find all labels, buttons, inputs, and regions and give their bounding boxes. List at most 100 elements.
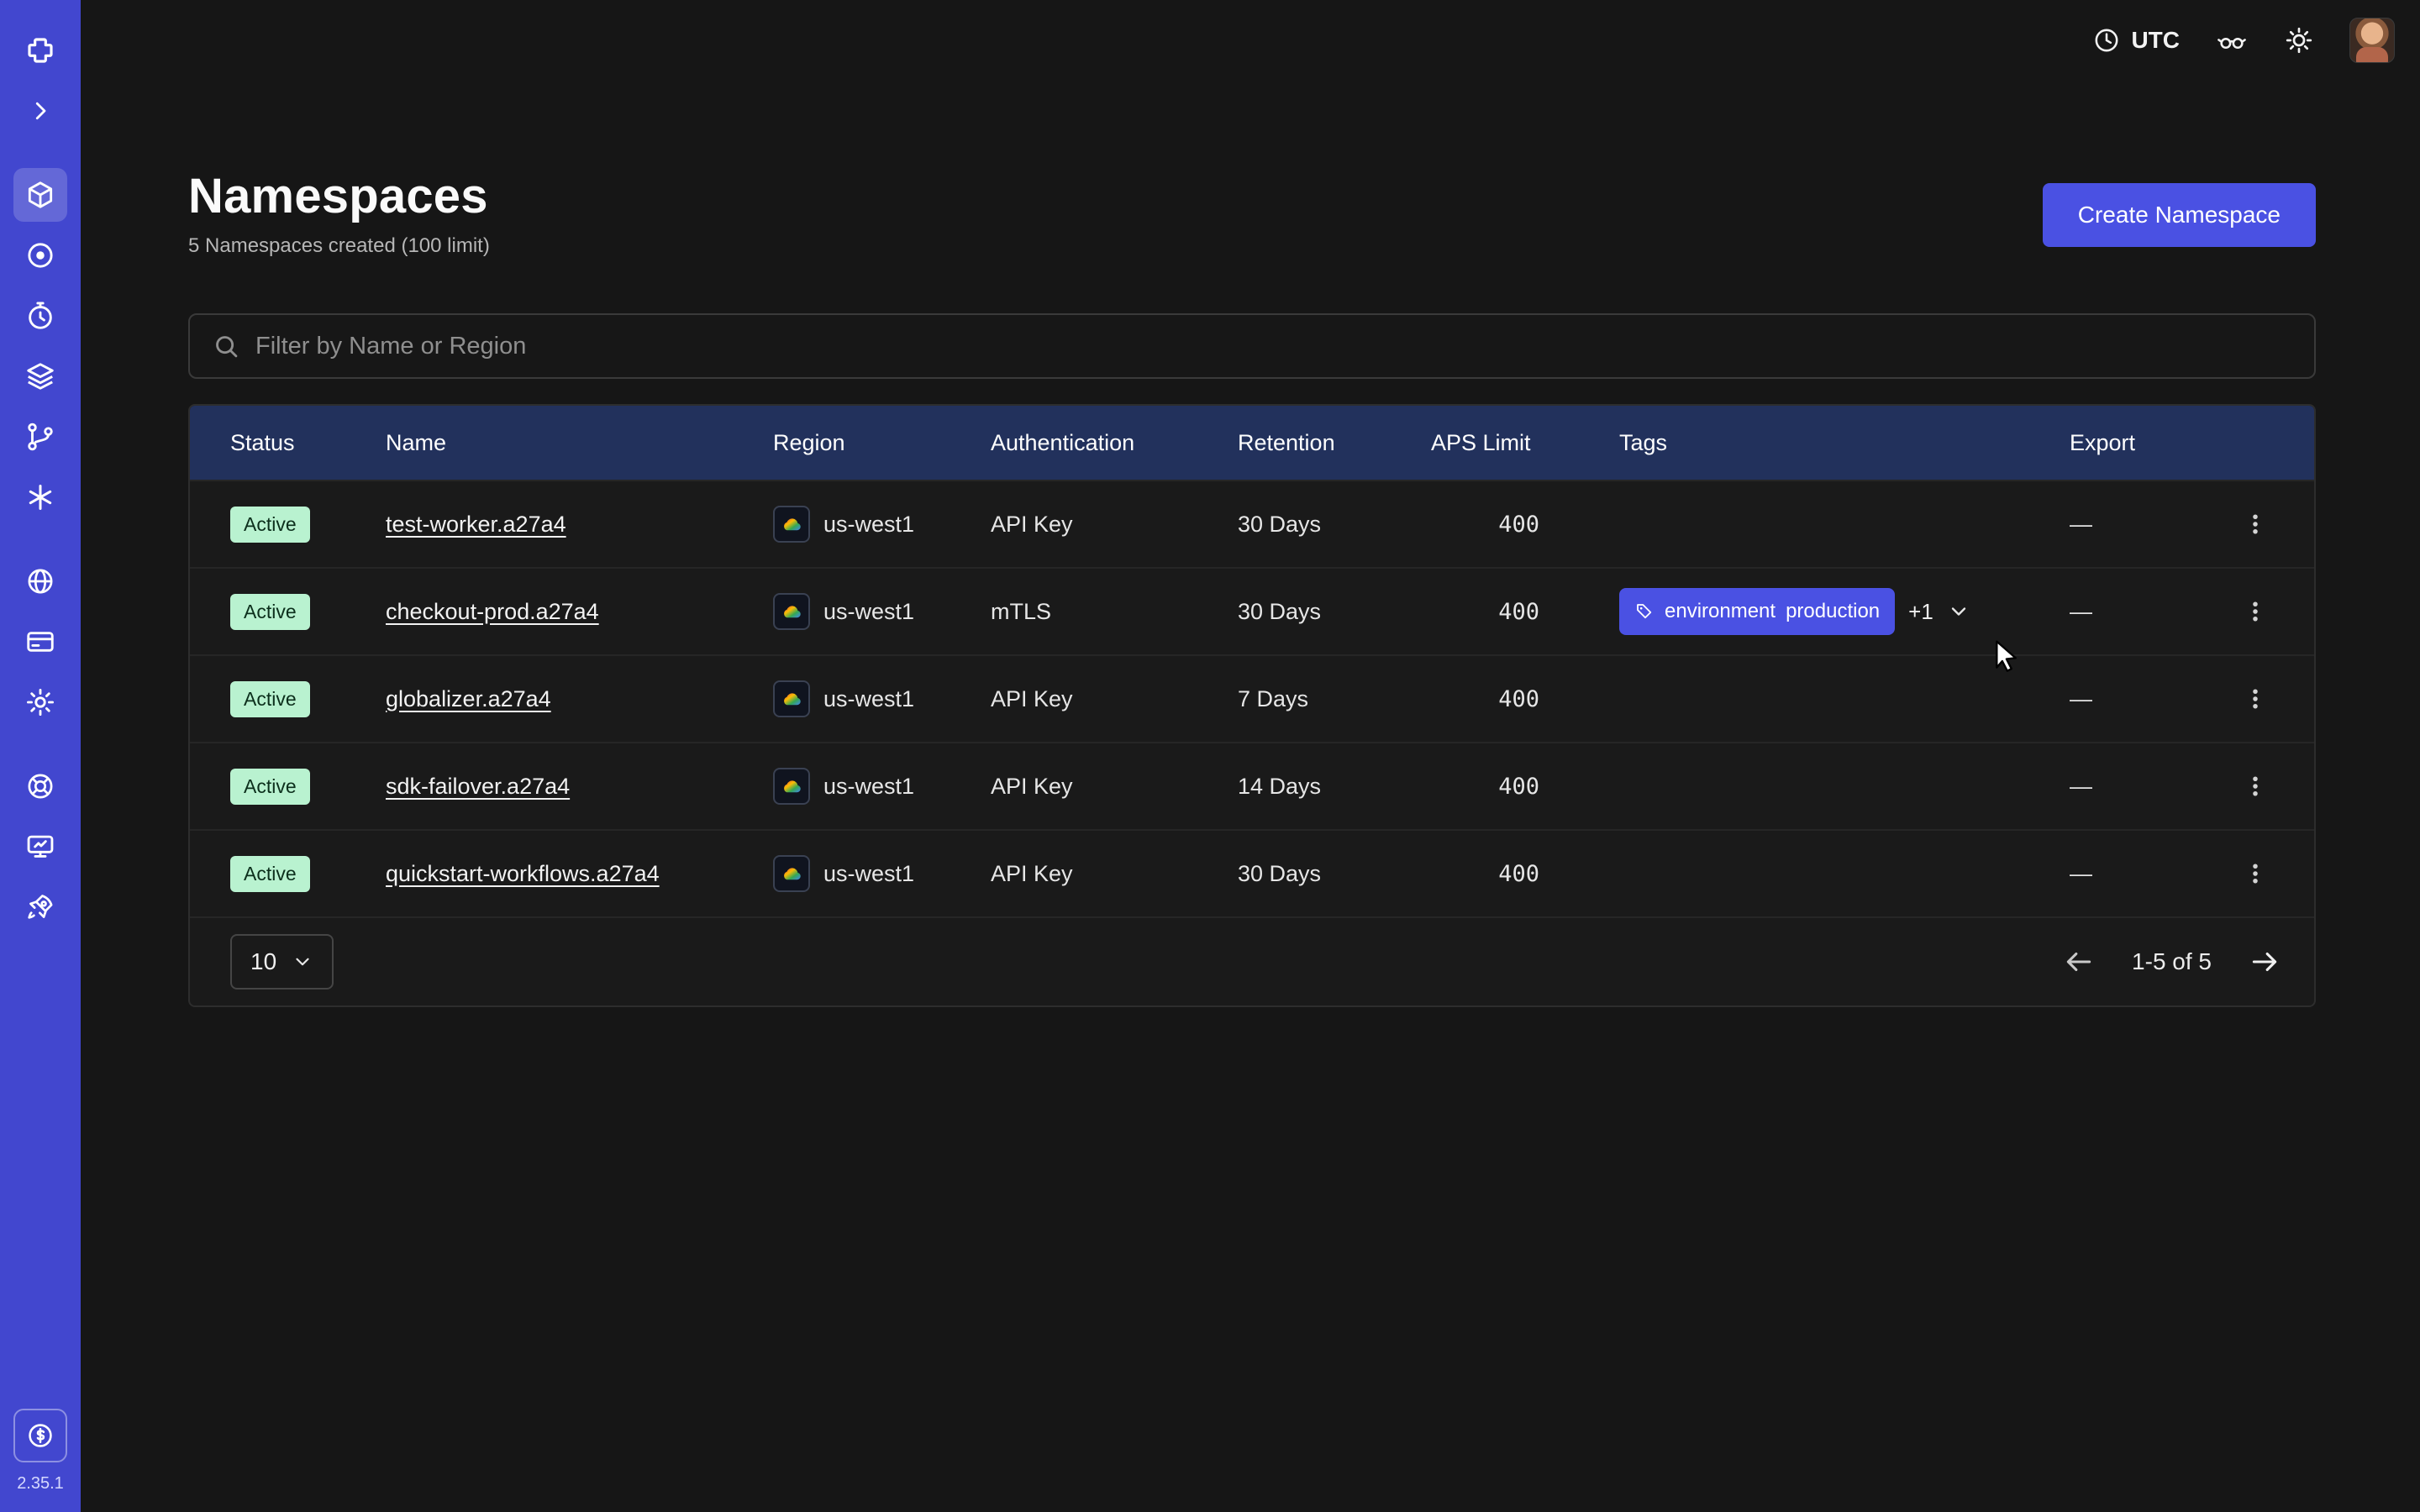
retention-value: 30 Days bbox=[1238, 861, 1431, 887]
row-menu-button[interactable] bbox=[2232, 501, 2279, 548]
export-value: — bbox=[2070, 512, 2232, 538]
sidebar-item-workflows[interactable] bbox=[13, 410, 67, 464]
next-page-button[interactable] bbox=[2249, 946, 2281, 978]
row-menu-button[interactable] bbox=[2232, 588, 2279, 635]
retention-value: 14 Days bbox=[1238, 774, 1431, 800]
clock-icon bbox=[2092, 26, 2121, 55]
table-row: Active sdk-failover.a27a4 us-west1 API K… bbox=[190, 742, 2314, 829]
retention-value: 30 Days bbox=[1238, 599, 1431, 625]
auth-method: mTLS bbox=[991, 599, 1238, 625]
sidebar-item-settings[interactable] bbox=[13, 675, 67, 729]
aps-limit-value: 400 bbox=[1431, 861, 1619, 887]
tag-more-count: +1 bbox=[1908, 599, 1933, 625]
feedback-glasses-icon[interactable] bbox=[2215, 26, 2249, 55]
sidebar-item-guides[interactable] bbox=[13, 820, 67, 874]
namespace-link[interactable]: test-worker.a27a4 bbox=[386, 512, 566, 537]
table-row: Active globalizer.a27a4 us-west1 API Key… bbox=[190, 654, 2314, 742]
table-row: Active test-worker.a27a4 us-west1 API Ke… bbox=[190, 480, 2314, 567]
sidebar-item-regions[interactable] bbox=[13, 554, 67, 608]
sidebar-item-insights[interactable] bbox=[13, 228, 67, 282]
filter-bar bbox=[188, 313, 2316, 379]
usage-icon[interactable] bbox=[13, 1409, 67, 1462]
gcp-cloud-icon bbox=[773, 680, 810, 717]
namespace-link[interactable]: checkout-prod.a27a4 bbox=[386, 599, 599, 624]
tag-value: production bbox=[1786, 600, 1880, 623]
col-authentication: Authentication bbox=[991, 430, 1238, 456]
gcp-cloud-icon bbox=[773, 855, 810, 892]
sidebar-item-namespaces[interactable] bbox=[13, 168, 67, 222]
table-footer: 10 1-5 of 5 bbox=[190, 916, 2314, 1005]
region-label: us-west1 bbox=[823, 861, 914, 887]
aps-limit-value: 400 bbox=[1431, 512, 1619, 538]
prev-page-button[interactable] bbox=[2063, 946, 2095, 978]
theme-toggle-sun-icon[interactable] bbox=[2284, 25, 2314, 55]
status-badge: Active bbox=[230, 769, 310, 805]
tag-chip[interactable]: environment production bbox=[1619, 588, 1895, 635]
create-namespace-button[interactable]: Create Namespace bbox=[2043, 183, 2316, 247]
status-badge: Active bbox=[230, 856, 310, 892]
sidebar-item-support[interactable] bbox=[13, 759, 67, 813]
table-row: Active checkout-prod.a27a4 us-west1 mTLS… bbox=[190, 567, 2314, 654]
export-value: — bbox=[2070, 774, 2232, 800]
timezone-label: UTC bbox=[2131, 27, 2180, 54]
aps-limit-value: 400 bbox=[1431, 599, 1619, 625]
sidebar-expand-chevron-icon[interactable] bbox=[13, 84, 67, 138]
gcp-cloud-icon bbox=[773, 506, 810, 543]
page-title: Namespaces bbox=[188, 168, 490, 224]
retention-value: 7 Days bbox=[1238, 686, 1431, 712]
auth-method: API Key bbox=[991, 686, 1238, 712]
tag-icon bbox=[1634, 601, 1655, 622]
sidebar-item-quickstart[interactable] bbox=[13, 880, 67, 934]
retention-value: 30 Days bbox=[1238, 512, 1431, 538]
row-menu-button[interactable] bbox=[2232, 763, 2279, 810]
filter-input[interactable] bbox=[255, 333, 2292, 360]
page-size-select[interactable]: 10 bbox=[230, 934, 334, 990]
export-value: — bbox=[2070, 686, 2232, 712]
namespace-count: 5 Namespaces created (100 limit) bbox=[188, 234, 490, 258]
tag-expand-chevron-icon[interactable] bbox=[1947, 600, 1970, 623]
table-header: Status Name Region Authentication Retent… bbox=[190, 406, 2314, 480]
col-retention: Retention bbox=[1238, 430, 1431, 456]
auth-method: API Key bbox=[991, 861, 1238, 887]
sidebar: 2.35.1 bbox=[0, 0, 81, 1512]
timezone-selector[interactable]: UTC bbox=[2092, 26, 2180, 55]
status-badge: Active bbox=[230, 507, 310, 543]
main-content: Namespaces 5 Namespaces created (100 lim… bbox=[188, 81, 2316, 1007]
temporal-logo-icon bbox=[13, 24, 67, 77]
col-status: Status bbox=[230, 430, 386, 456]
tag-key: environment bbox=[1665, 600, 1776, 623]
export-value: — bbox=[2070, 861, 2232, 887]
gcp-cloud-icon bbox=[773, 768, 810, 805]
auth-method: API Key bbox=[991, 512, 1238, 538]
col-aps-limit: APS Limit bbox=[1431, 430, 1619, 456]
sidebar-item-billing[interactable] bbox=[13, 615, 67, 669]
gcp-cloud-icon bbox=[773, 593, 810, 630]
region-label: us-west1 bbox=[823, 774, 914, 800]
region-label: us-west1 bbox=[823, 512, 914, 538]
sidebar-item-schedules[interactable] bbox=[13, 289, 67, 343]
col-name: Name bbox=[386, 430, 773, 456]
row-menu-button[interactable] bbox=[2232, 850, 2279, 897]
col-export: Export bbox=[2070, 430, 2232, 456]
table-row: Active quickstart-workflows.a27a4 us-wes… bbox=[190, 829, 2314, 916]
region-label: us-west1 bbox=[823, 599, 914, 625]
namespaces-table: Status Name Region Authentication Retent… bbox=[188, 404, 2316, 1007]
search-icon bbox=[212, 332, 240, 360]
status-badge: Active bbox=[230, 594, 310, 630]
namespace-link[interactable]: sdk-failover.a27a4 bbox=[386, 774, 570, 799]
region-label: us-west1 bbox=[823, 686, 914, 712]
chevron-down-icon bbox=[292, 951, 313, 973]
topbar: UTC bbox=[81, 0, 2420, 81]
row-menu-button[interactable] bbox=[2232, 675, 2279, 722]
user-avatar[interactable] bbox=[2349, 18, 2395, 63]
page-size-value: 10 bbox=[250, 948, 276, 975]
export-value: — bbox=[2070, 599, 2232, 625]
aps-limit-value: 400 bbox=[1431, 774, 1619, 800]
namespace-link[interactable]: quickstart-workflows.a27a4 bbox=[386, 861, 660, 886]
aps-limit-value: 400 bbox=[1431, 686, 1619, 712]
col-region: Region bbox=[773, 430, 991, 456]
namespace-link[interactable]: globalizer.a27a4 bbox=[386, 686, 551, 711]
sidebar-item-deployments[interactable] bbox=[13, 349, 67, 403]
col-tags: Tags bbox=[1619, 430, 2070, 456]
sidebar-item-nexus[interactable] bbox=[13, 470, 67, 524]
